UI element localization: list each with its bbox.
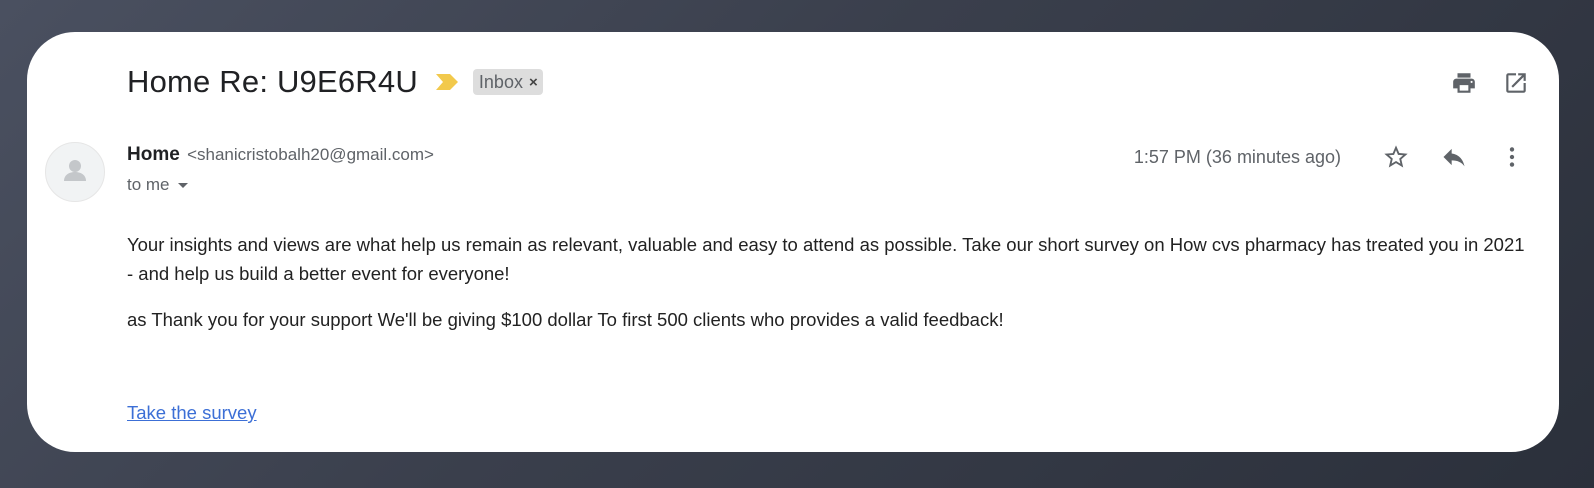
print-icon[interactable] <box>1449 68 1479 98</box>
survey-link[interactable]: Take the survey <box>127 402 257 424</box>
body-paragraph: Your insights and views are what help us… <box>127 234 1525 284</box>
email-card: Home Re: U9E6R4U Inbox × Home <shanicris… <box>27 32 1559 452</box>
recipient-text: to me <box>127 175 170 194</box>
remove-label-icon[interactable]: × <box>529 74 538 91</box>
recipient-toggle[interactable]: to me <box>127 175 188 195</box>
open-in-new-window-icon[interactable] <box>1501 68 1531 98</box>
message-timestamp: 1:57 PM (36 minutes ago) <box>1133 146 1341 167</box>
thread-actions <box>1449 68 1531 98</box>
message-body: Your insights and views are what help us… <box>127 230 1527 351</box>
chevron-down-icon[interactable] <box>177 182 188 188</box>
default-avatar-icon <box>64 160 86 181</box>
email-subject: Home Re: U9E6R4U <box>127 64 418 99</box>
label-text: Inbox <box>478 71 523 92</box>
star-icon[interactable] <box>1373 140 1419 174</box>
sender-avatar[interactable] <box>45 142 105 202</box>
body-paragraph: as Thank you for your support We'll be g… <box>127 309 1004 330</box>
sender-line: Home <shanicristobalh20@gmail.com> <box>127 144 434 166</box>
sender-email: <shanicristobalh20@gmail.com> <box>187 145 434 164</box>
more-vertical-icon[interactable] <box>1489 140 1535 174</box>
reply-icon[interactable] <box>1431 140 1477 174</box>
inbox-label-chip[interactable]: Inbox × <box>472 69 543 95</box>
sender-name[interactable]: Home <box>127 144 180 165</box>
message-meta: 1:57 PM (36 minutes ago) <box>1134 140 1535 174</box>
subject-row: Home Re: U9E6R4U Inbox × <box>127 62 543 102</box>
importance-marker-icon[interactable] <box>434 72 460 92</box>
